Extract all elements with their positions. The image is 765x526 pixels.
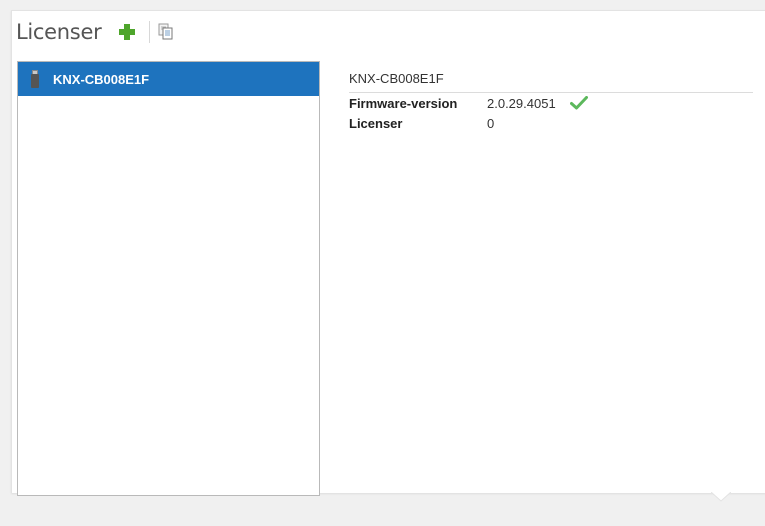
usb-stick-icon [31, 70, 39, 88]
property-label: Firmware-version [349, 95, 458, 111]
copy-button[interactable] [156, 22, 176, 42]
panel-corner-notch [711, 492, 731, 502]
add-license-button[interactable] [117, 22, 137, 42]
list-item-label: KNX-CB008E1F [53, 71, 150, 87]
device-details: KNX-CB008E1F Firmware-version 2.0.29.405… [349, 71, 753, 133]
checkmark-icon [569, 96, 588, 110]
property-row-licenser: Licenser 0 [349, 113, 753, 133]
panel-header: Licenser [16, 17, 176, 47]
panel-title: Licenser [16, 20, 102, 44]
property-label: Licenser [349, 115, 403, 131]
device-list[interactable]: KNX-CB008E1F [17, 61, 320, 496]
property-value: 2.0.29.4051 [487, 95, 556, 111]
property-row-firmware: Firmware-version 2.0.29.4051 [349, 93, 753, 113]
property-value: 0 [487, 115, 495, 131]
toolbar-separator [149, 21, 151, 43]
device-heading: KNX-CB008E1F [349, 71, 753, 93]
list-item[interactable]: KNX-CB008E1F [18, 62, 319, 96]
copy-icon [158, 23, 173, 40]
